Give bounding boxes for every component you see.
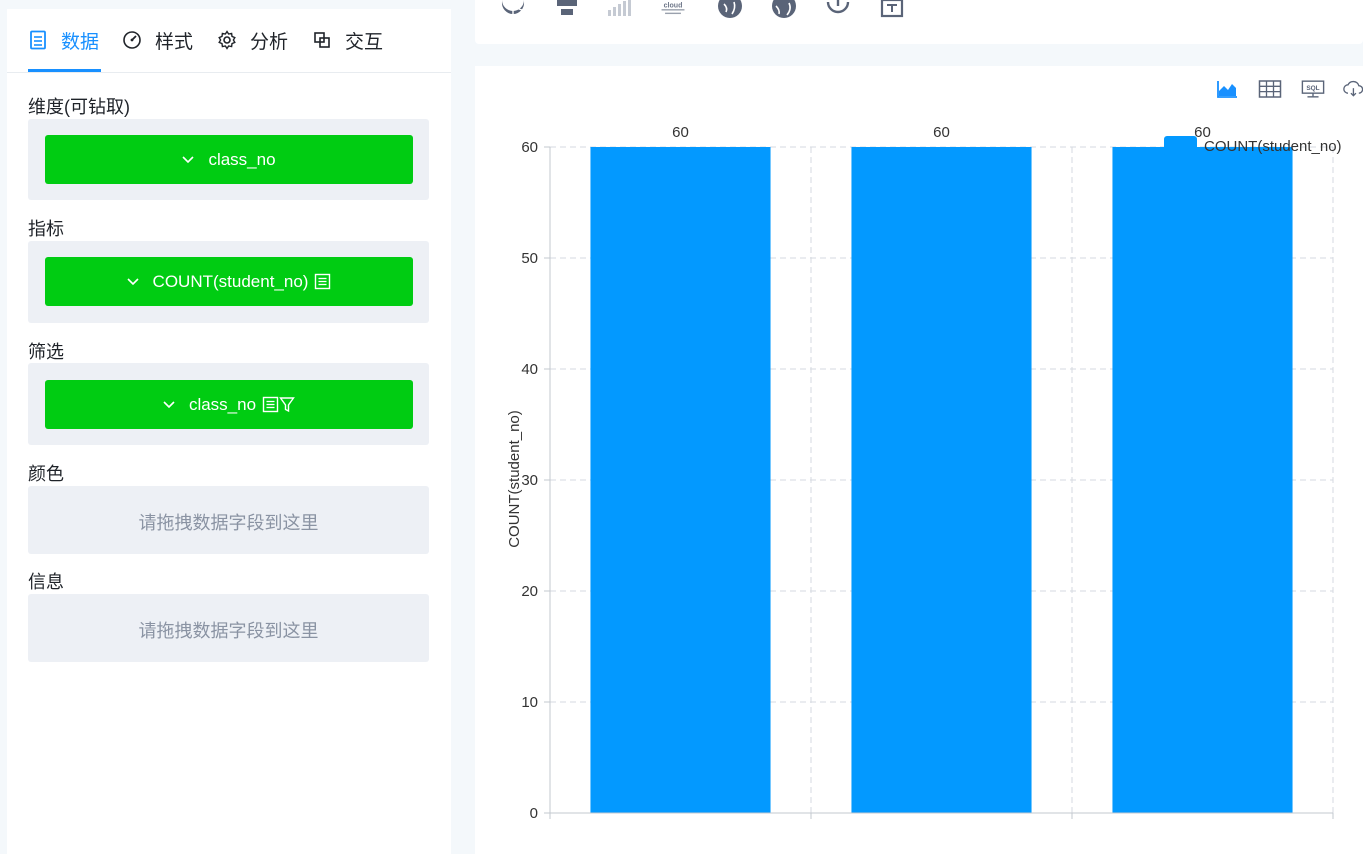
field-settings-icon[interactable] [262, 396, 279, 413]
bar-data-label: 60 [672, 124, 689, 141]
bar [851, 147, 1032, 813]
field-settings-icon[interactable] [314, 273, 331, 290]
copy-squares-icon [312, 30, 332, 50]
tab-data[interactable]: 数据 [28, 27, 99, 53]
chevron-down-icon [126, 277, 139, 286]
data-table-icon [28, 30, 48, 50]
funnel-chart-icon[interactable] [552, 0, 582, 20]
gear-icon [217, 30, 237, 50]
legend-label: COUNT(student_no) [1204, 138, 1342, 155]
tab-style[interactable]: 样式 [122, 27, 193, 53]
text-box-icon[interactable] [877, 0, 907, 20]
dimension-drop-zone[interactable]: class_no [28, 119, 429, 200]
tab-label: 样式 [155, 31, 194, 53]
tab-label: 交互 [345, 31, 384, 53]
y-tick-label: 40 [521, 361, 538, 378]
refresh-icon[interactable] [823, 0, 853, 20]
bar-chart: 60 60 60 0102030405060 COUNT(student_no) C… [506, 124, 1342, 822]
filter-funnel-icon[interactable] [279, 396, 295, 413]
config-tabs: 数据 样式 分析 交互 [7, 9, 451, 73]
pie-chart-icon[interactable] [498, 0, 528, 20]
legend[interactable]: COUNT(student_no) [1164, 136, 1342, 156]
tab-label: 数据 [61, 31, 100, 53]
chevron-down-icon [163, 400, 175, 409]
sql-label: SQL [1306, 85, 1319, 92]
tab-label: 分析 [250, 31, 289, 53]
dimension-field-pill[interactable]: class_no [45, 135, 413, 184]
drop-placeholder: 请拖拽数据字段到这里 [138, 621, 319, 641]
color-drop-zone[interactable]: 请拖拽数据字段到这里 [28, 486, 429, 554]
active-tab-indicator [28, 69, 101, 72]
filter-drop-zone[interactable]: class_no [28, 363, 429, 445]
filter-field-pill[interactable]: class_no [45, 380, 413, 429]
measure-label: 指标 [28, 219, 64, 239]
y-tick-label: 0 [530, 805, 538, 822]
y-tick-label: 20 [521, 583, 538, 600]
field-name: class_no [208, 149, 276, 169]
tab-interaction[interactable]: 交互 [312, 27, 383, 53]
measure-drop-zone[interactable]: COUNT(student_no) [28, 241, 429, 323]
y-tick-label: 60 [521, 139, 538, 156]
tab-analysis[interactable]: 分析 [217, 27, 288, 53]
chart-panel: SQL 60 60 60 0 10 20 30 40 50 60 COUNT(student_n… [475, 66, 1363, 854]
color-label: 颜色 [28, 464, 64, 484]
area-chart-icon[interactable] [1215, 78, 1239, 100]
y-tick-label: 50 [521, 250, 538, 267]
chevron-down-icon [182, 155, 195, 164]
info-drop-zone[interactable]: 请拖拽数据字段到这里 [28, 594, 429, 662]
drop-placeholder: 请拖拽数据字段到这里 [138, 513, 319, 533]
bar [590, 147, 771, 813]
y-tick-label: 30 [521, 472, 538, 489]
legend-swatch [1164, 136, 1197, 156]
word-cloud-label: cloud [664, 2, 683, 9]
filter-label: 筛选 [28, 342, 64, 362]
y-tick-label: 10 [521, 694, 538, 711]
word-cloud-icon[interactable]: cloud [658, 0, 688, 20]
chart-type-toolbar: cloud [475, 0, 1363, 44]
measure-field-pill[interactable]: COUNT(student_no) [45, 257, 413, 306]
sql-monitor-icon[interactable]: SQL [1301, 78, 1325, 100]
bar-signal-icon[interactable] [605, 0, 635, 20]
field-name: COUNT(student_no) [152, 271, 309, 291]
cloud-download-icon[interactable] [1343, 78, 1363, 100]
info-label: 信息 [28, 572, 64, 592]
bar [1112, 147, 1293, 813]
config-panel: 数据 样式 分析 交互 维度(可钻取) class_no 指标 COUNT(st… [7, 9, 451, 854]
gauge-icon [122, 30, 142, 50]
field-name: class_no [188, 394, 257, 414]
globe-icon[interactable] [715, 0, 745, 20]
y-axis-title: COUNT(student_no) [506, 410, 523, 548]
world-map-icon[interactable] [769, 0, 799, 20]
table-grid-icon[interactable] [1258, 78, 1282, 100]
dimension-label: 维度(可钻取) [28, 97, 130, 117]
bar-data-label: 60 [933, 124, 950, 141]
